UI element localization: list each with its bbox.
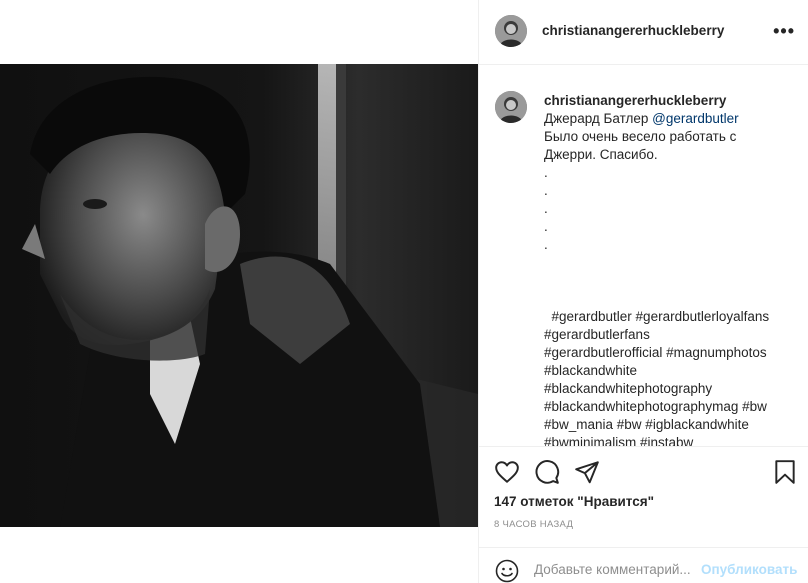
bookmark-icon[interactable] (772, 459, 798, 485)
post-timestamp[interactable]: 8 ЧАСОВ НАЗАД (494, 519, 573, 530)
hashtag-line[interactable]: #gerardbutler #gerardbutlerloyalfans (544, 308, 802, 326)
caption-avatar[interactable] (495, 91, 527, 123)
avatar-image (495, 91, 527, 123)
post-header: christianangererhuckleberry ••• (479, 0, 808, 65)
post-details-panel: christianangererhuckleberry ••• christia… (478, 0, 808, 583)
post-actions: 147 отметок "Нравится" 8 ЧАСОВ НАЗАД Опу… (479, 446, 808, 583)
caption-author[interactable]: christianangererhuckleberry (544, 92, 802, 110)
post-photo[interactable] (0, 64, 478, 527)
hashtag-line[interactable]: #bw_mania #bw #igblackandwhite (544, 416, 802, 434)
share-icon[interactable] (574, 459, 600, 485)
comment-icon[interactable] (534, 459, 560, 485)
caption-line-1: Джерард Батлер @gerardbutler (544, 110, 802, 128)
header-username[interactable]: christianangererhuckleberry (542, 23, 724, 38)
caption-dot: . (544, 237, 548, 252)
mention-link[interactable]: @gerardbutler (652, 111, 739, 126)
caption-dot: . (544, 183, 548, 198)
hashtag-line[interactable]: #blackandwhitephotographymag #bw (544, 398, 802, 416)
hashtag-line[interactable]: #bwminimalism #instabw (544, 434, 802, 446)
heart-icon[interactable] (494, 459, 520, 485)
caption-line-3: Джерри. Спасибо. (544, 147, 658, 162)
likes-count[interactable]: 147 отметок "Нравится" (494, 494, 654, 509)
emoji-icon[interactable] (495, 559, 519, 583)
caption-dot: . (544, 219, 548, 234)
hashtag-line[interactable]: #gerardbutlerofficial #magnumphotos (544, 344, 802, 362)
avatar-image (495, 15, 527, 47)
caption-name: Джерард Батлер (544, 111, 653, 126)
avatar[interactable] (495, 15, 527, 47)
hashtag-line[interactable]: #gerardbutlerfans (544, 326, 802, 344)
post-caption: christianangererhuckleberry Джерард Батл… (544, 92, 802, 446)
hashtag-line[interactable]: #blackandwhite (544, 362, 802, 380)
hashtag-line[interactable]: #blackandwhitephotography (544, 380, 802, 398)
comments-section: christianangererhuckleberry Джерард Батл… (479, 66, 808, 446)
caption-line-2: Было очень весело работать с (544, 129, 737, 144)
caption-dot: . (544, 165, 548, 180)
publish-button[interactable]: Опубликовать (701, 562, 797, 577)
caption-dot: . (544, 201, 548, 216)
more-icon[interactable]: ••• (773, 22, 795, 40)
add-comment-form: Опубликовать (479, 547, 808, 583)
portrait-image (0, 64, 478, 527)
comment-input[interactable] (534, 559, 699, 579)
post-media-area (0, 0, 478, 583)
